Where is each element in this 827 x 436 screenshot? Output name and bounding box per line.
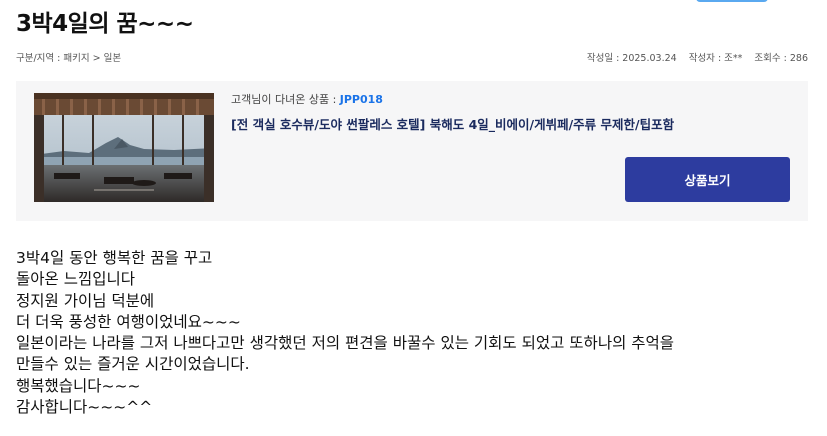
- content-line: 더 더욱 풍성한 여행이었네요~~~: [16, 312, 241, 331]
- post-title: 3박4일의 꿈~~~: [16, 11, 194, 37]
- content-line: 일본이라는 나라를 그저 나쁘다고만 생각했던 저의 편견을 바꿀수 있는 기회…: [16, 334, 675, 353]
- content-line: 만들수 있는 즐거운 시간이었습니다.: [16, 355, 250, 374]
- post-date: 작성일 : 2025.03.24: [586, 53, 677, 64]
- post-content: 3박4일 동안 행복한 꿈을 꾸고 돌아온 느낌입니다 정지원 가이님 덕분에 …: [16, 248, 806, 418]
- top-button-edge[interactable]: [696, 0, 768, 2]
- content-line: 행복했습니다~~~: [16, 376, 141, 395]
- content-line: 감사합니다~~~^^: [16, 398, 153, 417]
- post-author: 작성자 : 조**: [688, 53, 743, 64]
- content-line: 돌아온 느낌입니다: [16, 270, 136, 289]
- content-line: 3박4일 동안 행복한 꿈을 꾸고: [16, 249, 213, 267]
- content-line: 정지원 가이님 덕분에: [16, 291, 155, 310]
- product-box: 고객님이 다녀온 상품 : JPP018 [전 객실 호수뷰/도야 썬팔레스 호…: [16, 81, 808, 221]
- product-code: JPP018: [339, 93, 383, 106]
- post-views: 조회수 : 286: [754, 53, 808, 64]
- product-image[interactable]: [34, 93, 214, 202]
- post-meta: 구분/지역 : 패키지 > 일본 작성일 : 2025.03.24 작성자 : 조…: [16, 50, 808, 64]
- product-label-text: 고객님이 다녀온 상품 :: [231, 93, 340, 106]
- view-product-button[interactable]: 상품보기: [625, 157, 790, 202]
- breadcrumb: 구분/지역 : 패키지 > 일본: [16, 53, 122, 64]
- product-name[interactable]: [전 객실 호수뷰/도야 썬팔레스 호텔] 북해도 4일_비에이/게뷔페/주류 …: [231, 114, 674, 133]
- post-info: 작성일 : 2025.03.24 작성자 : 조** 조회수 : 286: [587, 50, 808, 64]
- product-label: 고객님이 다녀온 상품 : JPP018: [231, 91, 383, 107]
